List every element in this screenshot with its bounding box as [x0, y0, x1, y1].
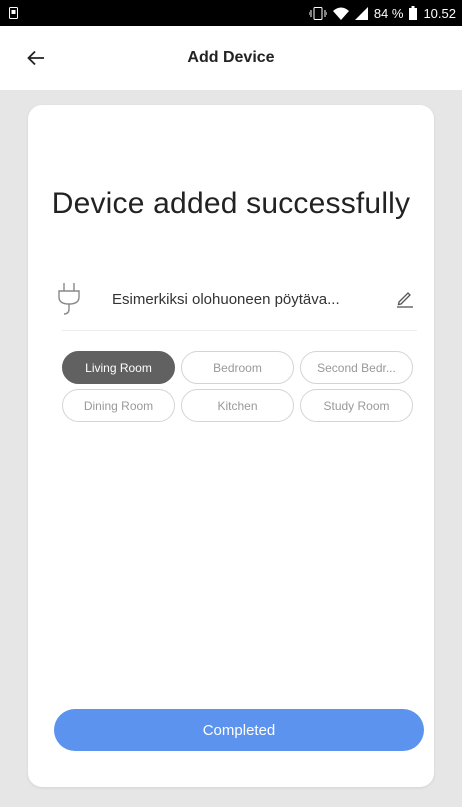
wifi-icon	[332, 7, 349, 20]
room-chip-second-bedroom[interactable]: Second Bedr...	[300, 351, 413, 384]
signal-icon	[354, 6, 368, 20]
app-bar: Add Device	[0, 26, 462, 90]
device-row: Esimerkiksi olohuoneen pöytäva...	[58, 268, 417, 331]
room-chip-dining-room[interactable]: Dining Room	[62, 389, 175, 422]
room-chip-bedroom[interactable]: Bedroom	[181, 351, 294, 384]
room-chip-study-room[interactable]: Study Room	[300, 389, 413, 422]
pencil-icon[interactable]	[395, 288, 417, 310]
back-button[interactable]	[20, 42, 52, 74]
result-card: Device added successfully Esimerkiksi ol…	[28, 105, 434, 787]
screenshot-icon	[9, 7, 18, 19]
success-headline: Device added successfully	[51, 187, 411, 220]
room-chip-kitchen[interactable]: Kitchen	[181, 389, 294, 422]
content-area: Device added successfully Esimerkiksi ol…	[0, 90, 462, 807]
battery-percent: 84 %	[373, 5, 404, 21]
clock: 10.52	[423, 5, 456, 21]
room-chip-living-room[interactable]: Living Room	[62, 351, 175, 384]
status-bar: 84 % 10.52	[0, 0, 462, 26]
vibrate-icon	[308, 6, 327, 20]
device-name[interactable]: Esimerkiksi olohuoneen pöytäva...	[112, 291, 383, 308]
battery-icon	[409, 6, 418, 20]
plug-icon	[54, 281, 84, 317]
page-title: Add Device	[187, 49, 275, 66]
completed-button[interactable]: Completed	[54, 709, 424, 751]
arrow-left-icon	[27, 50, 44, 66]
